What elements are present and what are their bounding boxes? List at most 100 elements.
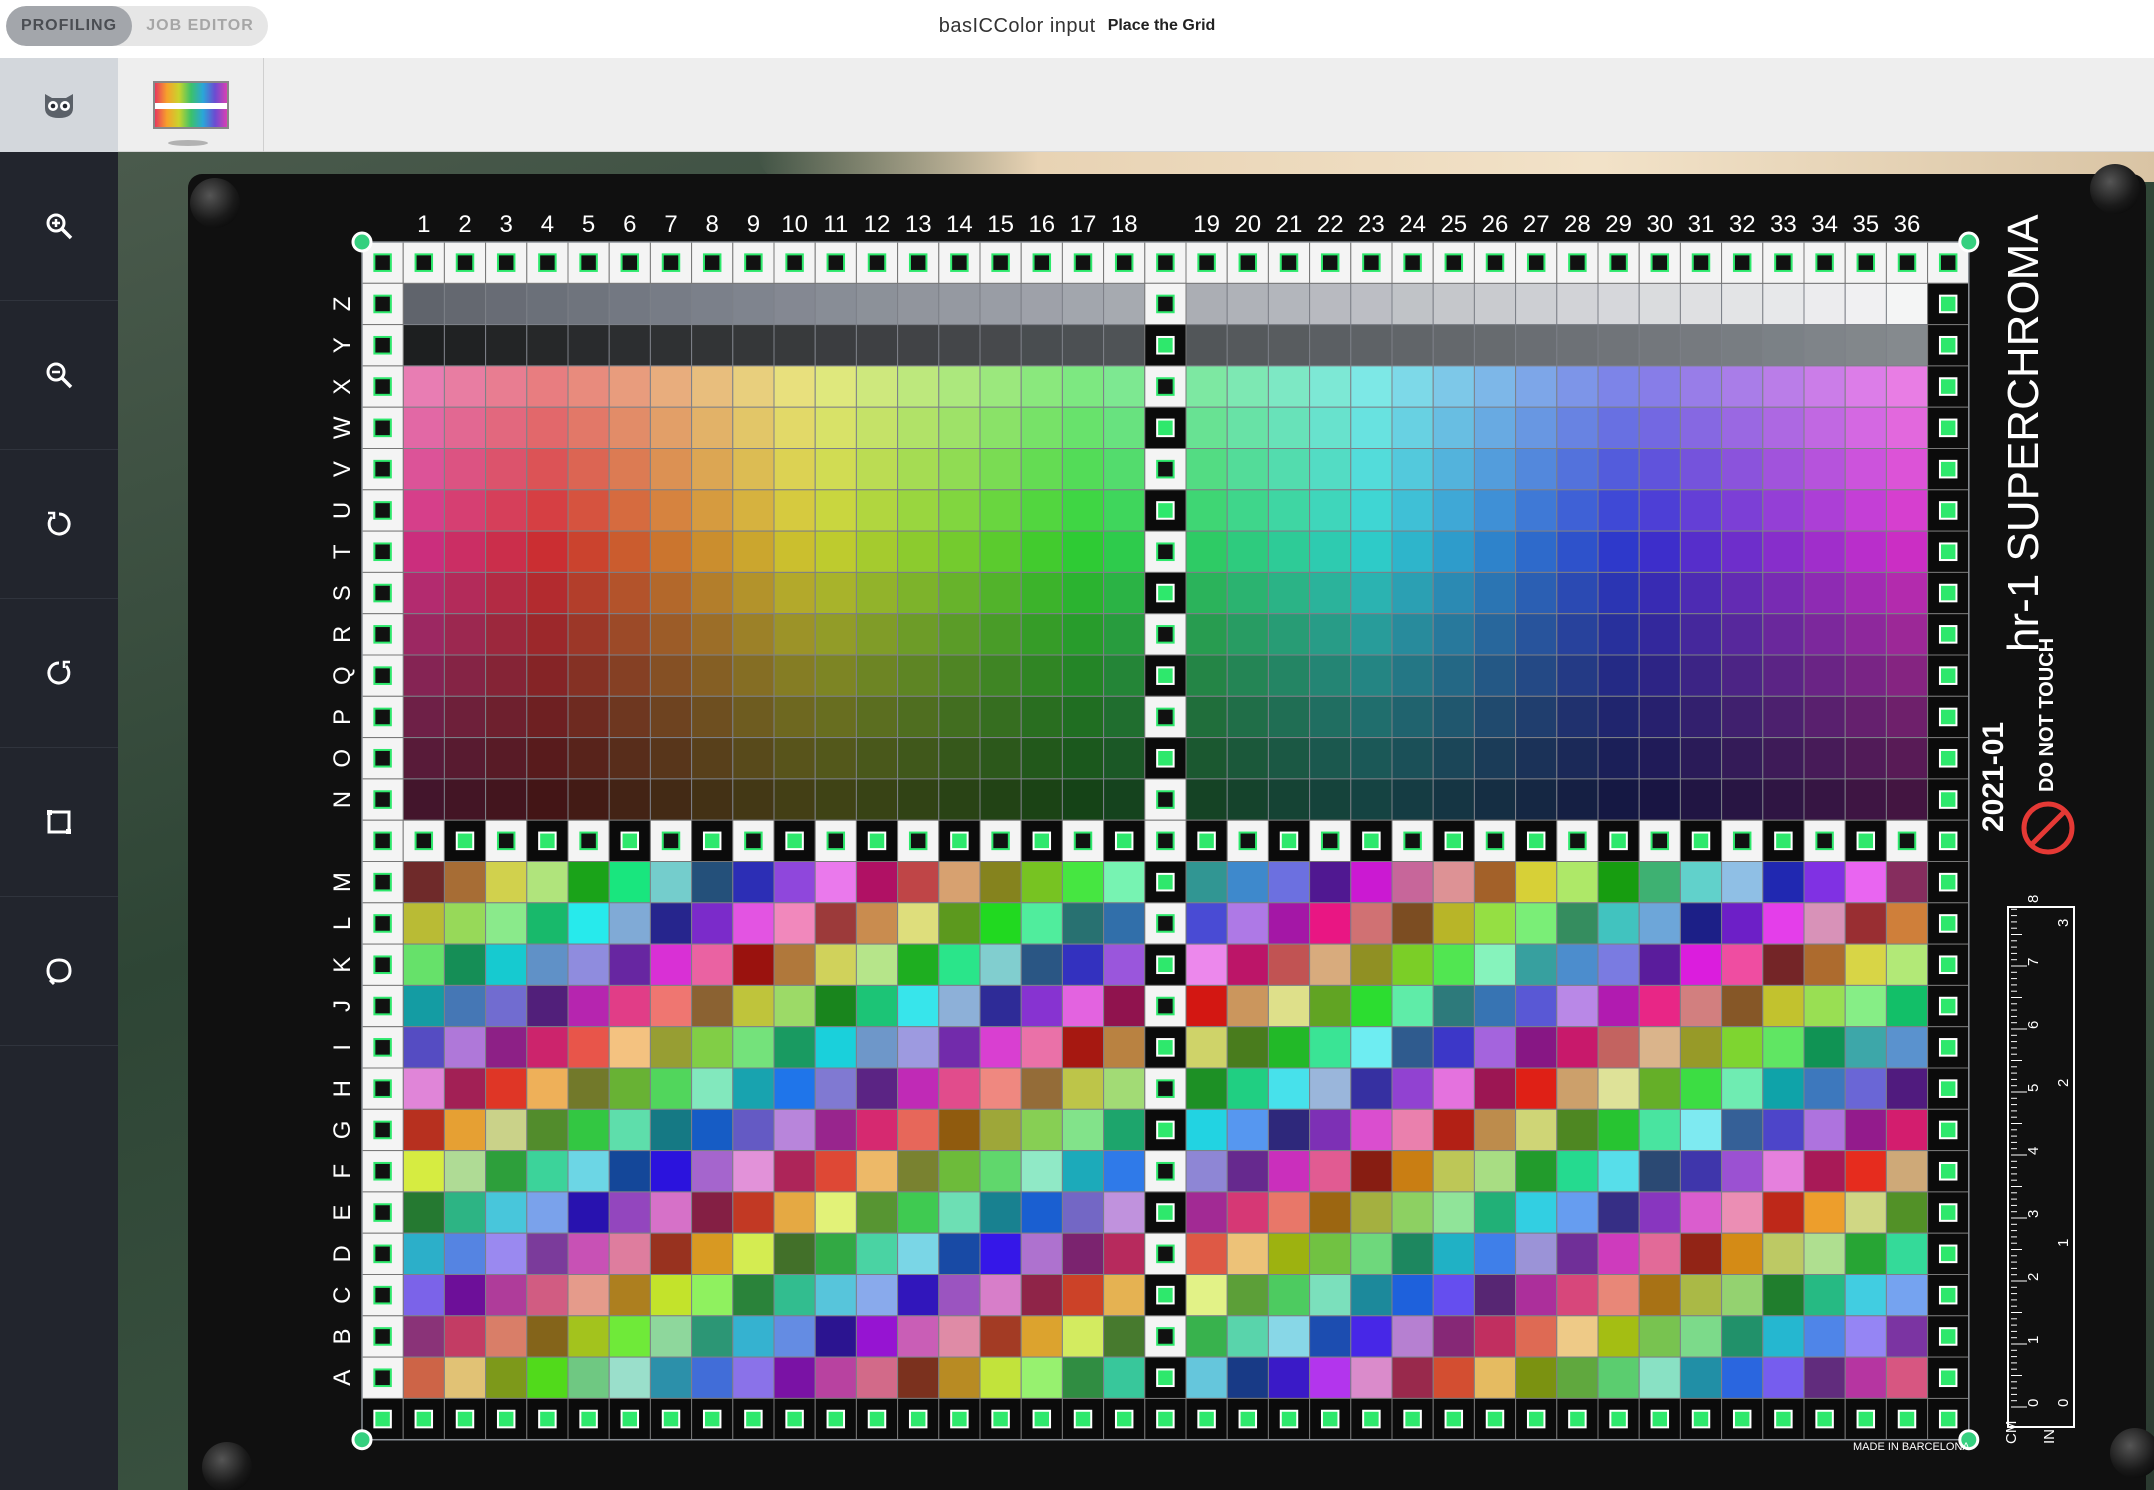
color-patch bbox=[1020, 571, 1063, 615]
color-patch bbox=[691, 737, 734, 780]
marker-dot bbox=[1197, 253, 1216, 272]
column-label: 23 bbox=[1358, 211, 1385, 238]
rotate-right-button[interactable] bbox=[0, 599, 118, 748]
owl-button[interactable] bbox=[0, 58, 118, 152]
color-patch bbox=[855, 1191, 899, 1234]
color-patch bbox=[1020, 1274, 1063, 1317]
target-overlay: 1 2 3 4 5 6 7 8 9 10 11 12 13 14 15 16 17 18 19 20 21 22 23 24 2… bbox=[329, 211, 2075, 1453]
color-patch bbox=[691, 654, 734, 697]
marker-dot bbox=[826, 831, 846, 851]
color-patch bbox=[1638, 1191, 1681, 1234]
color-patch bbox=[814, 943, 857, 986]
color-patch bbox=[443, 1026, 487, 1069]
color-patch bbox=[897, 613, 940, 656]
grid-corner-handle[interactable] bbox=[1958, 231, 1980, 253]
column-label: 7 bbox=[664, 211, 677, 238]
color-patch bbox=[1309, 448, 1352, 491]
color-patch bbox=[1721, 984, 1764, 1028]
lasso-button[interactable] bbox=[0, 897, 118, 1046]
color-patch bbox=[567, 448, 610, 491]
color-patch bbox=[1803, 1232, 1846, 1275]
marker-dot bbox=[1568, 253, 1587, 272]
color-patch bbox=[1515, 282, 1558, 326]
color-patch bbox=[1061, 737, 1105, 780]
ruler-in-label: 3 bbox=[2055, 919, 2072, 927]
color-patch bbox=[732, 1067, 775, 1110]
color-patch bbox=[1061, 613, 1105, 656]
color-patch bbox=[1391, 365, 1434, 408]
target-photo-canvas[interactable]: 1 2 3 4 5 6 7 8 9 10 11 12 13 14 15 16 17 18 19 20 21 22 23 24 2… bbox=[118, 152, 2154, 1490]
color-patch bbox=[526, 1356, 569, 1399]
color-patch bbox=[855, 695, 899, 739]
color-patch bbox=[1679, 654, 1723, 697]
grid-corner-handle[interactable] bbox=[351, 1429, 373, 1451]
ruler-unit-cm: CM bbox=[2003, 1421, 2020, 1444]
color-patch bbox=[1762, 737, 1805, 780]
color-patch bbox=[1020, 737, 1063, 780]
color-patch bbox=[814, 1232, 857, 1275]
column-label: 11 bbox=[823, 211, 848, 238]
color-patch bbox=[1679, 324, 1723, 367]
color-patch bbox=[979, 1356, 1022, 1399]
color-patch bbox=[402, 1232, 445, 1275]
color-patch bbox=[1226, 737, 1269, 780]
color-patch bbox=[814, 489, 857, 532]
color-patch bbox=[608, 778, 651, 821]
row-label: D bbox=[329, 1245, 356, 1262]
ruler-cm-label: 3 bbox=[2025, 1210, 2042, 1218]
color-patch bbox=[938, 282, 981, 326]
marker-dot bbox=[867, 253, 887, 272]
color-patch bbox=[1473, 984, 1517, 1028]
color-patch bbox=[485, 1108, 528, 1152]
marker-dot bbox=[1774, 831, 1793, 851]
color-patch bbox=[1844, 654, 1887, 697]
marker-dot bbox=[620, 1409, 640, 1429]
color-patch bbox=[1020, 613, 1063, 656]
color-patch bbox=[567, 365, 610, 408]
color-patch bbox=[1803, 365, 1846, 408]
color-patch bbox=[1679, 1274, 1723, 1317]
color-patch bbox=[1391, 778, 1434, 821]
rotate-left-button[interactable] bbox=[0, 450, 118, 599]
color-patch bbox=[1556, 695, 1599, 739]
target-thumbnail-button[interactable] bbox=[118, 58, 264, 152]
color-patch bbox=[1309, 984, 1352, 1028]
color-patch bbox=[608, 571, 651, 615]
color-patch bbox=[1391, 984, 1434, 1028]
marker-dot bbox=[373, 955, 392, 975]
marker-dot bbox=[1897, 831, 1917, 851]
rectangle-select-button[interactable] bbox=[0, 748, 118, 897]
color-patch bbox=[814, 571, 857, 615]
color-patch bbox=[979, 324, 1022, 367]
color-patch bbox=[1309, 1315, 1352, 1358]
column-label: 12 bbox=[864, 211, 891, 238]
color-patch bbox=[649, 902, 693, 945]
color-patch bbox=[938, 1356, 981, 1399]
color-patch bbox=[649, 861, 693, 904]
color-patch bbox=[732, 902, 775, 945]
marker-dot bbox=[1938, 666, 1958, 685]
color-patch bbox=[1679, 1315, 1723, 1358]
column-label: 20 bbox=[1234, 211, 1261, 238]
zoom-in-button[interactable] bbox=[0, 152, 118, 301]
grid-corner-handle[interactable] bbox=[351, 231, 373, 253]
color-patch bbox=[1803, 1315, 1846, 1358]
color-patch bbox=[608, 324, 651, 367]
marker-dot bbox=[1197, 1409, 1216, 1429]
color-patch bbox=[567, 1067, 610, 1110]
zoom-out-button[interactable] bbox=[0, 301, 118, 450]
color-patch bbox=[1350, 778, 1393, 821]
color-patch bbox=[1432, 571, 1475, 615]
color-patch bbox=[1679, 365, 1723, 408]
color-patch bbox=[1226, 695, 1269, 739]
color-patch bbox=[526, 1067, 569, 1110]
color-patch bbox=[1473, 737, 1517, 780]
color-patch bbox=[1844, 406, 1887, 449]
color-patch bbox=[1803, 282, 1846, 326]
color-patch bbox=[1185, 1232, 1228, 1275]
color-patch bbox=[1185, 1067, 1228, 1110]
color-patch bbox=[1597, 324, 1640, 367]
color-patch bbox=[1721, 1315, 1764, 1358]
row-label: U bbox=[329, 502, 356, 519]
color-patch bbox=[1597, 613, 1640, 656]
